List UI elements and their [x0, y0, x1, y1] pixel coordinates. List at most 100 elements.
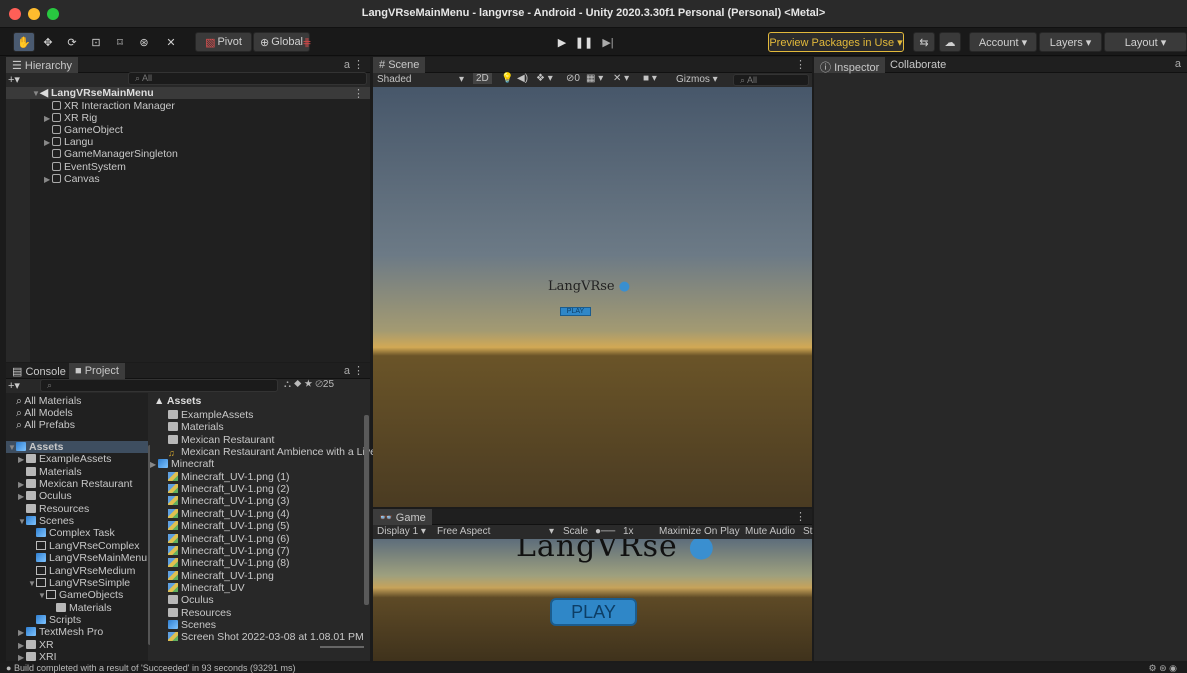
list-item[interactable]: ▶ ExampleAssets [6, 453, 148, 465]
list-item[interactable]: ▶ TextMesh Pro [6, 626, 148, 638]
hierarchy-item[interactable]: ▶ Canvas [44, 173, 100, 185]
audio-icon[interactable]: ◀) [517, 73, 528, 84]
lock-icon[interactable]: a ⋮ [344, 364, 364, 377]
expand-arrow-icon[interactable]: ▼ [38, 590, 46, 602]
aspect-dropdown[interactable]: Free Aspect [437, 526, 490, 537]
grid-snap-icon[interactable]: ⋕ [296, 32, 318, 52]
list-item[interactable]: ▼ Assets [6, 441, 148, 454]
list-item[interactable]: Materials [6, 466, 148, 478]
list-item[interactable]: ▶ Minecraft [150, 458, 364, 470]
expand-arrow-icon[interactable]: ▶ [18, 491, 26, 503]
tools-icon[interactable]: ✕ ▾ [613, 73, 629, 84]
play-button[interactable]: ▶ [551, 32, 573, 52]
list-item[interactable]: Minecraft_UV-1.png (7) [150, 545, 364, 557]
icon-size-slider[interactable] [320, 646, 364, 648]
scale-tool-icon[interactable]: ⊡ [85, 32, 107, 52]
move-tool-icon[interactable]: ✥ [37, 32, 59, 52]
list-item[interactable]: Oculus [150, 594, 364, 606]
rotate-tool-icon[interactable]: ⟳ [61, 32, 83, 52]
list-item[interactable]: Minecraft_UV-1.png [150, 570, 364, 582]
create-button[interactable]: +▾ [8, 73, 20, 86]
cloud-icon[interactable]: ☁ [939, 32, 961, 52]
transform-tool-icon[interactable]: ⊛ [133, 32, 155, 52]
tab-console[interactable]: ▤ Console [6, 363, 72, 379]
scene-menu-icon[interactable]: ⋮ [795, 58, 806, 71]
scene-play-button[interactable]: PLAY [560, 307, 591, 316]
lock-icon[interactable]: a ⋮ [344, 58, 364, 71]
step-button[interactable]: ▶| [597, 32, 619, 52]
list-item[interactable]: Minecraft_UV-1.png (6) [150, 533, 364, 545]
list-item[interactable]: Materials [150, 421, 364, 433]
list-item[interactable]: ▶ XRI [6, 651, 148, 663]
display-dropdown[interactable]: Display 1 ▾ [377, 526, 426, 537]
scale-slider[interactable]: ●── [595, 526, 615, 537]
expand-arrow-icon[interactable]: ▼ [28, 578, 36, 590]
list-item[interactable]: ▼ LangVRseSimple [6, 577, 148, 589]
list-item[interactable]: Mexican Restaurant [150, 434, 364, 446]
status-icons[interactable]: ⚙ ⊛ ◉ [1149, 663, 1177, 673]
list-item[interactable]: Minecraft_UV-1.png (2) [150, 483, 364, 495]
list-item[interactable]: LangVRseMedium [6, 565, 148, 577]
expand-arrow-icon[interactable]: ▶ [44, 174, 52, 186]
list-item[interactable]: LangVRseMainMenu [6, 552, 148, 564]
custom-tool-icon[interactable]: ✕ [160, 32, 182, 52]
list-item[interactable]: Screen Shot 2022-03-08 at 1.08.01 PM [150, 631, 364, 643]
layers-dropdown[interactable]: Layers ▾ [1039, 32, 1102, 52]
hierarchy-item[interactable]: GameObject [44, 124, 123, 136]
tab-collaborate[interactable]: Collaborate [884, 57, 952, 73]
tab-hierarchy[interactable]: ☰ Hierarchy [6, 57, 78, 73]
lighting-icon[interactable]: 💡 [501, 73, 513, 84]
list-item[interactable]: ExampleAssets [150, 409, 364, 421]
project-filter-icons[interactable]: ⛬ ◆ ★ ⊘25 [284, 379, 334, 390]
list-item[interactable]: ♫ Mexican Restaurant Ambience with a Live [150, 446, 376, 458]
expand-arrow-icon[interactable]: ▶ [150, 459, 158, 471]
expand-arrow-icon[interactable]: ▼ [8, 442, 16, 454]
hierarchy-item[interactable]: ▶ Langu [44, 136, 93, 148]
hidden-objects-icon[interactable]: ⊘0 [566, 73, 580, 84]
list-item[interactable]: Minecraft_UV-1.png (3) [150, 495, 364, 507]
list-item[interactable]: LangVRseComplex [6, 540, 148, 552]
scene-viewport[interactable]: LangVRse ● PLAY [373, 87, 812, 507]
aspect-dropdown-arrow[interactable]: ▾ [549, 526, 554, 537]
shading-dropdown-arrow[interactable]: ▾ [459, 74, 464, 85]
scene-logo[interactable]: LangVRse ● [548, 279, 630, 294]
account-dropdown[interactable]: Account ▾ [969, 32, 1037, 52]
expand-arrow-icon[interactable]: ▶ [18, 627, 26, 639]
gizmos-dropdown[interactable]: Gizmos ▾ [676, 74, 718, 85]
pivot-toggle[interactable]: ▧ Pivot [195, 32, 252, 52]
asset-scrollbar[interactable] [364, 415, 369, 605]
hand-tool-icon[interactable]: ✋ [13, 32, 35, 52]
scene-search-input[interactable]: ⌕ All [733, 74, 809, 86]
grid-icon[interactable]: ▦ ▾ [586, 73, 603, 84]
list-item[interactable]: Scenes [150, 619, 364, 631]
list-item[interactable]: ▼ GameObjects [6, 589, 148, 601]
rect-tool-icon[interactable]: ⌑ [109, 32, 131, 52]
tab-project[interactable]: ■ Project [69, 363, 125, 379]
list-item[interactable]: Minecraft_UV-1.png (8) [150, 557, 364, 569]
list-item[interactable]: Minecraft_UV-1.png (4) [150, 508, 364, 520]
status-message[interactable]: ● Build completed with a result of 'Succ… [6, 663, 296, 673]
game-viewport[interactable]: LangVRse ● PLAY [373, 539, 812, 661]
list-item[interactable]: Resources [6, 503, 148, 515]
2d-toggle[interactable]: 2D [473, 73, 492, 84]
pause-button[interactable]: ❚❚ [573, 32, 595, 52]
hierarchy-search-input[interactable]: ⌕ All [128, 72, 367, 85]
expand-arrow-icon[interactable]: ▶ [18, 479, 26, 491]
hierarchy-item[interactable]: ▶ XR Rig [44, 112, 97, 124]
hierarchy-item[interactable]: XR Interaction Manager [44, 100, 175, 112]
shading-dropdown[interactable]: Shaded [377, 74, 411, 85]
mute-audio-toggle[interactable]: Mute Audio [745, 526, 795, 537]
favorite-item[interactable]: ⌕ All Models [16, 407, 73, 419]
hierarchy-item[interactable]: EventSystem [44, 161, 126, 173]
stats-toggle[interactable]: St [803, 526, 812, 537]
collab-icon[interactable]: ⇆ [913, 32, 935, 52]
scene-root-row[interactable]: ▼◀ LangVRseMainMenu ⋮ [6, 87, 370, 100]
list-item[interactable]: Minecraft_UV-1.png (5) [150, 520, 364, 532]
list-item[interactable]: ▼ Scenes [6, 515, 148, 527]
list-item[interactable]: Materials [6, 602, 148, 614]
effects-icon[interactable]: ❖ ▾ [536, 73, 553, 84]
game-menu-icon[interactable]: ⋮ [795, 510, 806, 523]
layout-dropdown[interactable]: Layout ▾ [1104, 32, 1187, 52]
expand-arrow-icon[interactable]: ▼ [18, 516, 26, 528]
project-create-button[interactable]: +▾ [8, 379, 20, 392]
